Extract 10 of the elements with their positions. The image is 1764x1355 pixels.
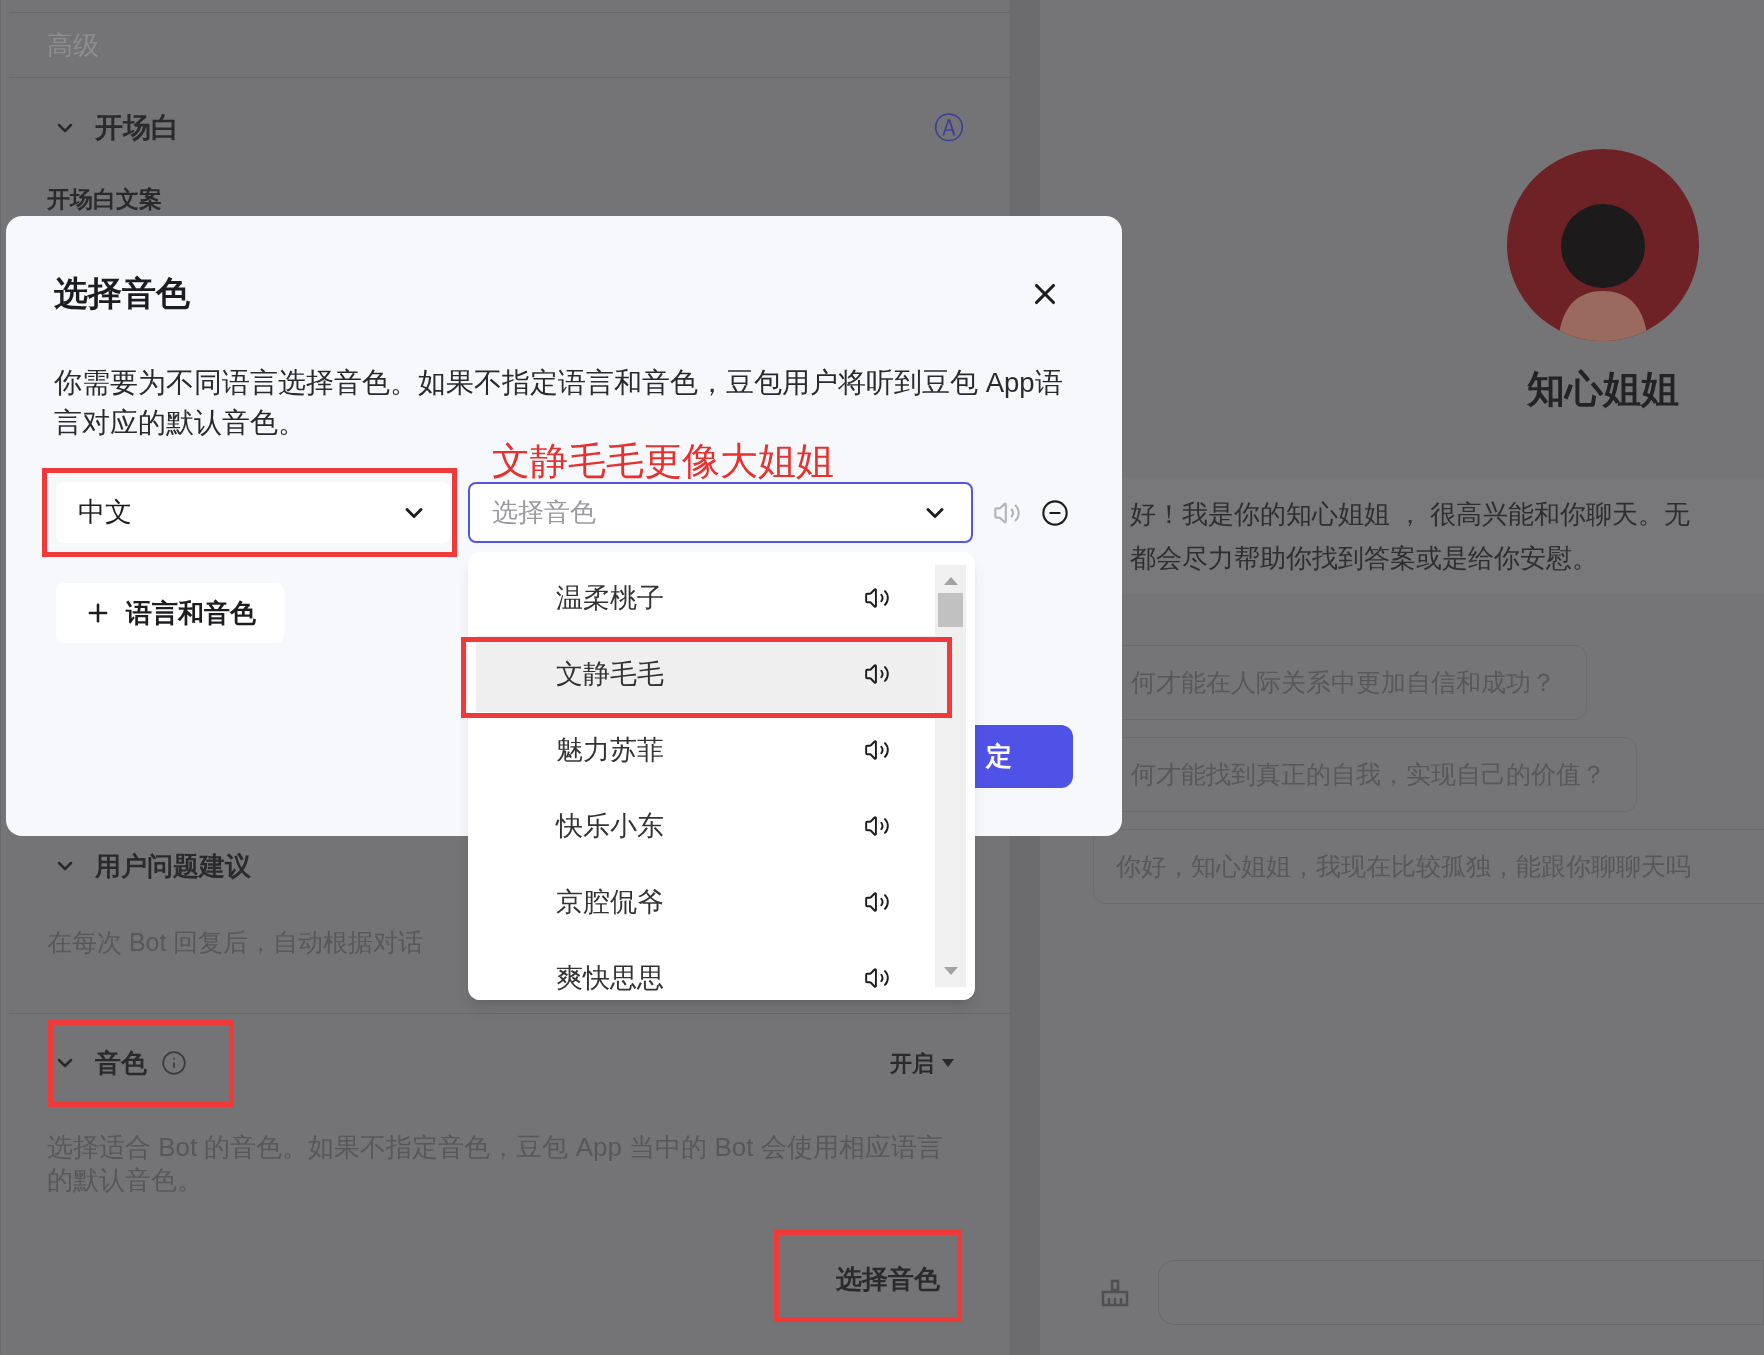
dialog-description: 你需要为不同语言选择音色。如果不指定语言和音色，豆包用户将听到豆包 App语言对应的默认音色。: [54, 366, 1064, 440]
section-title: 音色: [95, 1046, 147, 1080]
field-label: 开场白文案: [47, 184, 162, 214]
section-title: 用户问题建议: [95, 849, 251, 883]
bot-name: 知心姐姐: [1527, 367, 1679, 412]
greeting-text: 都会尽力帮助你找到答案或是给你安慰。: [1130, 542, 1599, 575]
section-title: 开场白: [95, 110, 179, 145]
annotation-text: 文静毛毛更像大姐姐: [492, 441, 834, 481]
greeting-text: 好！我是你的知心姐姐 ， 很高兴能和你聊天。无: [1130, 498, 1692, 531]
dialog-title: 选择音色: [54, 273, 190, 314]
